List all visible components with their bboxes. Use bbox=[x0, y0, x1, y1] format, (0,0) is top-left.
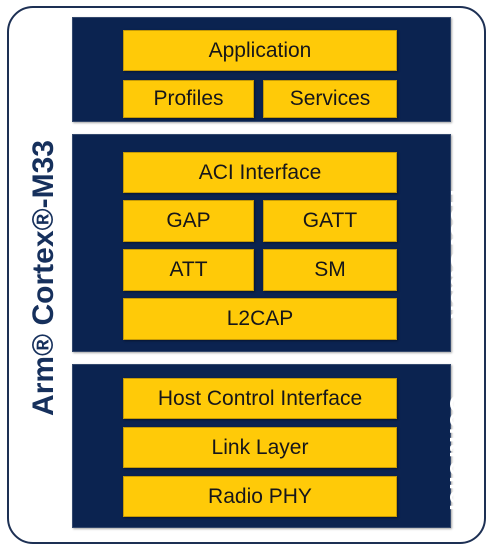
block-services: Services bbox=[263, 80, 397, 118]
block-profiles: Profiles bbox=[123, 80, 254, 118]
application-layer-panel: Application Profiles Services bbox=[72, 17, 451, 122]
controller-side-label: Controller bbox=[444, 394, 473, 514]
block-gap: GAP bbox=[123, 200, 254, 242]
block-link-layer: Link Layer bbox=[123, 427, 397, 468]
block-sm: SM bbox=[263, 249, 397, 291]
block-application: Application bbox=[123, 30, 397, 71]
controller-panel: Controller Host Control Interface Link L… bbox=[72, 364, 473, 528]
mcu-vertical-label: Arm® Cortex®-M33 bbox=[27, 140, 60, 416]
block-gatt: GATT bbox=[263, 200, 397, 242]
block-l2cap: L2CAP bbox=[123, 298, 397, 340]
block-aci-interface: ACI Interface bbox=[123, 152, 397, 193]
block-radio-phy: Radio PHY bbox=[123, 476, 397, 517]
block-att: ATT bbox=[123, 249, 254, 291]
block-host-control-interface: Host Control Interface bbox=[123, 378, 397, 419]
host-stack-side-label: Host Stack bbox=[445, 189, 474, 319]
host-stack-panel: Host Stack ACI Interface GAP GATT ATT SM… bbox=[72, 134, 474, 352]
bluetooth-stack-diagram: Arm® Cortex®-M33 Application Profiles Se… bbox=[0, 0, 500, 552]
